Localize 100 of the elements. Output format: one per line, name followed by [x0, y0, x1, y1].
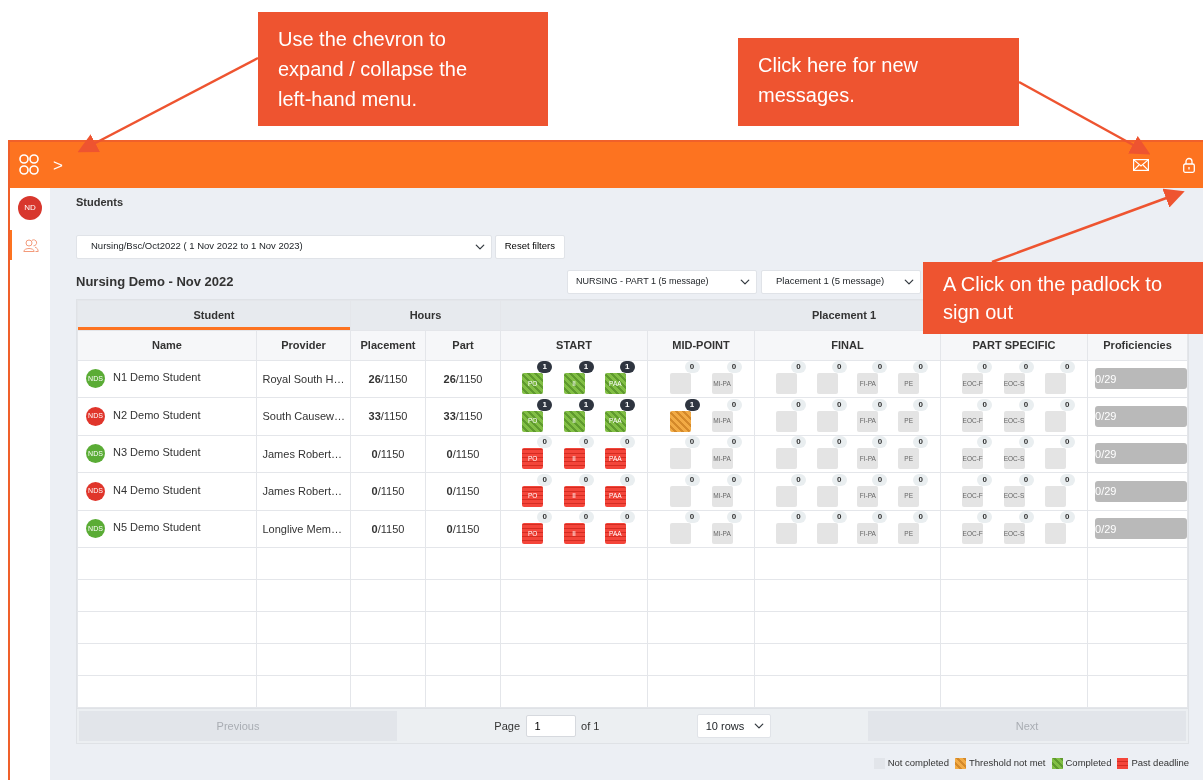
student-name[interactable]: N3 Demo Student [113, 446, 201, 459]
count-badge: 0 [790, 511, 806, 524]
status-tile[interactable] [669, 448, 691, 470]
count-badge: 0 [1059, 436, 1075, 449]
student-name[interactable]: N2 Demo Student [113, 409, 201, 422]
column-group-header: Hours [350, 300, 501, 330]
status-tile[interactable] [669, 485, 691, 507]
count-badge: 0 [684, 473, 700, 486]
people-icon[interactable] [23, 238, 39, 252]
count-badge: 0 [1059, 361, 1075, 374]
status-tile[interactable] [669, 523, 691, 545]
count-badge: 0 [619, 511, 635, 524]
placement-hours: 0/1150 [350, 472, 426, 510]
count-badge: 0 [831, 398, 847, 411]
count-badge: 1 [578, 398, 594, 411]
page-title: Students [76, 195, 125, 210]
rows-select[interactable]: 10 rows [696, 714, 771, 738]
status-tile[interactable] [775, 410, 797, 432]
count-badge: 0 [578, 511, 594, 524]
chevron-toggle[interactable]: > [53, 156, 63, 174]
count-badge: 0 [537, 473, 553, 486]
count-badge: 0 [872, 361, 888, 374]
count-badge: 0 [1059, 473, 1075, 486]
count-badge: 0 [790, 473, 806, 486]
count-badge: 1 [537, 361, 553, 374]
count-badge: 0 [1018, 398, 1034, 411]
provider-cell: Longlive Mem… [256, 510, 351, 548]
student-name[interactable]: N4 Demo Student [113, 484, 201, 497]
padlock-icon[interactable] [1183, 157, 1195, 173]
count-badge: 0 [684, 511, 700, 524]
count-badge: 0 [726, 511, 742, 524]
user-avatar[interactable]: ND [18, 196, 42, 220]
status-tile[interactable] [1044, 410, 1066, 432]
status-tile[interactable] [816, 448, 838, 470]
legend-label: Not completed [887, 756, 949, 770]
count-badge: 0 [1018, 436, 1034, 449]
count-badge: 0 [913, 473, 929, 486]
status-tile[interactable] [816, 410, 838, 432]
status-tile[interactable] [775, 373, 797, 395]
column-group-header: Student [77, 300, 351, 330]
count-badge: 0 [913, 398, 929, 411]
count-badge: 0 [1059, 398, 1075, 411]
count-badge: 0 [578, 436, 594, 449]
reset-filters-button[interactable]: Reset filters [494, 234, 565, 259]
page-input[interactable]: 1 [525, 715, 576, 737]
column-header: START [500, 330, 648, 360]
student-name[interactable]: N1 Demo Student [113, 371, 201, 384]
part-hours: 0/1150 [425, 435, 501, 473]
provider-cell: James Robert… [256, 435, 351, 473]
placement-hours: 0/1150 [350, 435, 426, 473]
count-badge: 0 [977, 511, 993, 524]
count-badge: 0 [913, 436, 929, 449]
count-badge: 0 [872, 436, 888, 449]
count-badge: 0 [1018, 511, 1034, 524]
part-hours: 0/1150 [425, 510, 501, 548]
status-tile[interactable] [816, 523, 838, 545]
count-badge: 0 [537, 436, 553, 449]
count-badge: 0 [790, 436, 806, 449]
status-tile[interactable] [669, 410, 691, 432]
logo-icon[interactable] [19, 154, 41, 176]
column-header: Name [77, 330, 257, 360]
part-hours: 26/1150 [425, 360, 501, 398]
count-badge: 0 [1059, 511, 1075, 524]
placement-select[interactable]: Placement 1 (5 message) [761, 269, 922, 294]
cohort-select[interactable]: Nursing/Bsc/Oct2022 ( 1 Nov 2022 to 1 Nov 2023) [76, 234, 492, 259]
placement-hours: 33/1150 [350, 397, 426, 435]
status-tile[interactable] [775, 448, 797, 470]
placement-hours: 26/1150 [350, 360, 426, 398]
part-select[interactable]: NURSING - PART 1 (5 message) [567, 269, 758, 294]
proficiency-bar: 0/29 [1095, 368, 1187, 390]
status-tile[interactable] [1044, 485, 1066, 507]
callout-note: Use the chevron to expand / collapse the left-hand menu. [258, 12, 548, 126]
column-header: FINAL [754, 330, 941, 360]
count-badge: 0 [977, 361, 993, 374]
proficiency-bar: 0/29 [1095, 518, 1187, 540]
provider-cell: James Robert… [256, 472, 351, 510]
status-tile[interactable] [775, 485, 797, 507]
count-badge: 0 [726, 436, 742, 449]
part-hours: 0/1150 [425, 472, 501, 510]
mail-icon[interactable] [1133, 159, 1149, 171]
count-badge: 0 [872, 398, 888, 411]
count-badge: 0 [977, 473, 993, 486]
count-badge: 0 [913, 361, 929, 374]
status-tile[interactable] [775, 523, 797, 545]
page-count: of 1 [581, 718, 600, 734]
status-tile[interactable] [1044, 448, 1066, 470]
count-badge: 0 [831, 511, 847, 524]
status-tile[interactable] [1044, 373, 1066, 395]
count-badge: 0 [977, 398, 993, 411]
count-badge: 1 [619, 361, 635, 374]
status-tile[interactable] [816, 373, 838, 395]
status-tile[interactable] [1044, 523, 1066, 545]
status-tile[interactable] [816, 485, 838, 507]
student-name[interactable]: N5 Demo Student [113, 521, 201, 534]
count-badge: 0 [726, 473, 742, 486]
count-badge: 0 [831, 473, 847, 486]
count-badge: 0 [1018, 473, 1034, 486]
column-header: Provider [256, 330, 351, 360]
legend-label: Threshold not met [968, 756, 1046, 770]
status-tile[interactable] [669, 373, 691, 395]
